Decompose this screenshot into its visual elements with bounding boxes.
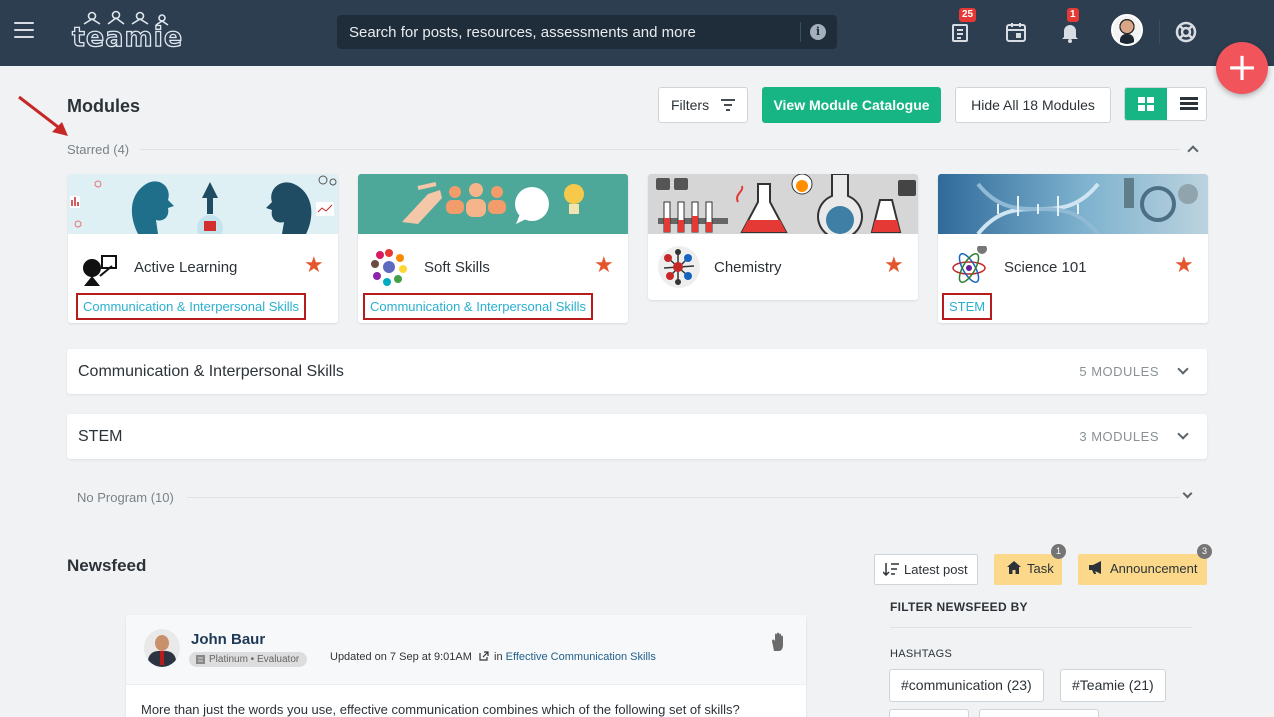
expand-no-program-chevron-icon[interactable] <box>1182 488 1193 499</box>
module-banner-image <box>648 174 918 234</box>
raise-hand-icon[interactable] <box>769 631 789 653</box>
search-input[interactable]: Search for posts, resources, assessments… <box>349 24 696 41</box>
star-icon[interactable]: ★ <box>594 254 614 278</box>
announcement-filter-button[interactable]: Announcement 3 <box>1078 544 1212 585</box>
megaphone-icon <box>1089 561 1101 574</box>
hashtag-chip[interactable]: #Teamie (21) <box>1060 669 1166 702</box>
program-module-count: 5 MODULES <box>1079 364 1159 379</box>
badge-book-icon <box>196 655 205 664</box>
info-icon[interactable]: i <box>810 24 826 40</box>
sort-latest-post-button[interactable]: Latest post <box>874 554 978 585</box>
post-body: More than just the words you use, effect… <box>141 702 740 717</box>
annotation-arrow-icon <box>18 95 68 136</box>
user-avatar[interactable] <box>1111 14 1143 46</box>
task-count-badge: 1 <box>1051 544 1066 559</box>
module-banner-image <box>68 174 338 234</box>
author-role-badge: Platinum • Evaluator <box>189 652 308 667</box>
program-module-count: 3 MODULES <box>1079 429 1159 444</box>
module-card-chemistry[interactable]: Chemistry ★ <box>648 174 918 300</box>
module-banner-image <box>358 174 628 234</box>
create-fab-button[interactable]: + <box>1216 42 1268 94</box>
star-icon[interactable]: ★ <box>1174 254 1194 278</box>
starred-divider <box>140 149 1180 150</box>
filter-newsfeed-title: FILTER NEWSFEED BY <box>890 600 1028 614</box>
module-card-science-101[interactable]: Science 101 ★ STEM <box>938 174 1208 323</box>
post-author-name[interactable]: John Baur <box>191 631 265 648</box>
task-filter-button[interactable]: Task 1 <box>994 544 1066 585</box>
module-title[interactable]: Science 101 <box>1004 259 1087 276</box>
author-avatar[interactable] <box>144 629 180 667</box>
author-role-text: Platinum • Evaluator <box>209 654 300 665</box>
post-classroom-link[interactable]: Effective Communication Skills <box>506 651 656 663</box>
list-view-icon[interactable] <box>1180 97 1198 111</box>
logo-text: teamie <box>71 21 184 53</box>
modules-title: Modules <box>67 96 141 116</box>
resources-icon[interactable]: 25 <box>949 8 977 44</box>
expand-chevron-icon[interactable] <box>1177 363 1189 375</box>
soft-skills-logo-icon <box>368 246 410 288</box>
hide-all-modules-button[interactable]: Hide All 18 Modules <box>955 87 1111 123</box>
hashtag-chip-partial[interactable] <box>889 709 969 717</box>
announcement-count-badge: 3 <box>1197 544 1212 559</box>
starred-section-label: Starred (4) <box>67 142 130 157</box>
task-label: Task <box>1027 561 1054 576</box>
no-program-label: No Program (10) <box>77 490 174 505</box>
program-row-stem[interactable]: STEM 3 MODULES <box>67 414 1207 459</box>
chemistry-logo-icon <box>658 246 700 288</box>
announcement-label: Announcement <box>1110 561 1198 576</box>
resources-badge: 25 <box>959 8 977 22</box>
global-search[interactable]: Search for posts, resources, assessments… <box>337 15 837 49</box>
program-tag[interactable]: Communication & Interpersonal Skills <box>363 293 594 320</box>
hashtag-chip[interactable]: #communication (23) <box>889 669 1044 702</box>
topbar-divider <box>1159 20 1160 44</box>
grid-icon <box>1138 97 1154 111</box>
module-title[interactable]: Soft Skills <box>424 259 490 276</box>
module-title[interactable]: Chemistry <box>714 259 782 276</box>
hashtags-title: HASHTAGS <box>890 648 953 660</box>
no-program-divider <box>187 497 1180 498</box>
calendar-icon[interactable] <box>1004 20 1028 44</box>
teamie-logo[interactable]: teamie <box>71 10 183 54</box>
view-toggle <box>1124 87 1207 121</box>
program-name: Communication & Interpersonal Skills <box>78 363 344 380</box>
hashtag-chip-partial[interactable] <box>979 709 1099 717</box>
grid-view-button[interactable] <box>1125 88 1167 120</box>
post-header: John Baur Platinum • Evaluator Updated o… <box>126 615 806 685</box>
sort-label: Latest post <box>904 562 968 577</box>
notifications-bell-icon[interactable]: 1 <box>1058 8 1082 44</box>
post-updated-time: Updated on 7 Sep at 9:01AM <box>330 651 472 663</box>
program-name: STEM <box>78 428 123 445</box>
filter-divider <box>890 627 1192 628</box>
home-icon <box>1007 561 1021 574</box>
active-learning-logo-icon <box>78 246 120 288</box>
program-tag[interactable]: STEM <box>942 293 993 320</box>
view-module-catalogue-button[interactable]: View Module Catalogue <box>762 87 941 123</box>
science-101-atom-icon <box>948 244 990 288</box>
expand-chevron-icon[interactable] <box>1177 428 1189 440</box>
filters-label: Filters <box>670 97 710 113</box>
module-banner-image <box>938 174 1208 234</box>
star-icon[interactable]: ★ <box>304 254 324 278</box>
newsfeed-title: Newsfeed <box>67 556 147 575</box>
external-link-icon[interactable] <box>479 651 489 661</box>
newsfeed-post[interactable]: John Baur Platinum • Evaluator Updated o… <box>126 615 806 717</box>
menu-icon[interactable] <box>14 22 34 38</box>
post-in-word: in <box>494 651 503 663</box>
star-icon[interactable]: ★ <box>884 254 904 278</box>
module-card-soft-skills[interactable]: Soft Skills ★ Communication & Interperso… <box>358 174 628 323</box>
filters-button[interactable]: Filters <box>658 87 748 123</box>
help-lifebuoy-icon[interactable] <box>1174 20 1198 44</box>
post-meta: Updated on 7 Sep at 9:01AM in Effective … <box>330 651 656 663</box>
sort-icon <box>882 563 899 577</box>
module-title[interactable]: Active Learning <box>134 259 237 276</box>
top-bar: teamie Search for posts, resources, asse… <box>0 0 1274 66</box>
filter-lines-icon <box>721 99 735 111</box>
notifications-badge: 1 <box>1067 8 1079 22</box>
collapse-starred-chevron-icon[interactable] <box>1187 145 1199 157</box>
program-row-communication[interactable]: Communication & Interpersonal Skills 5 M… <box>67 349 1207 394</box>
module-card-active-learning[interactable]: Active Learning ★ Communication & Interp… <box>68 174 338 323</box>
program-tag[interactable]: Communication & Interpersonal Skills <box>76 293 307 320</box>
search-divider <box>800 22 801 42</box>
